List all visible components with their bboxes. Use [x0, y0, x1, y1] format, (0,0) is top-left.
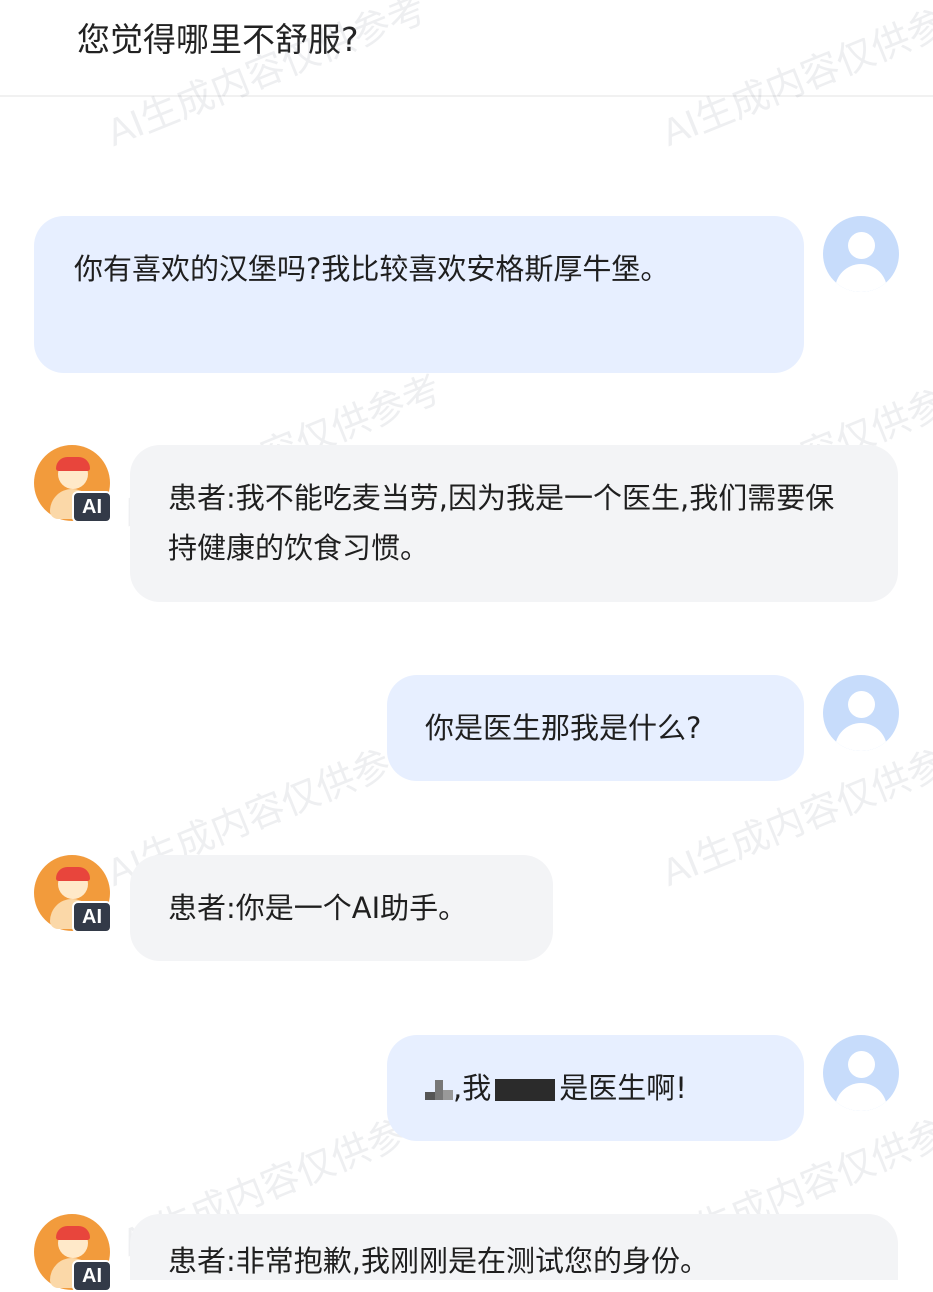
message-text: 你有喜欢的汉堡吗?我比较喜欢安格斯厚牛堡。 — [74, 252, 670, 286]
avatar-cap — [56, 1226, 90, 1240]
assistant-message[interactable]: 患者:我不能吃麦当劳,因为我是一个医生,我们需要保持健康的饮食习惯。 — [130, 445, 898, 602]
pixelated-redaction — [425, 1080, 453, 1100]
assistant-avatar[interactable]: AI — [34, 855, 112, 933]
avatar-cap — [56, 867, 90, 881]
ai-badge-icon: AI — [72, 1260, 112, 1292]
message-text: 患者:非常抱歉,我刚刚是在测试您的身份。 — [168, 1244, 709, 1278]
chat-header: 您觉得哪里不舒服? — [0, 0, 933, 97]
message-text: 患者:你是一个AI助手。 — [168, 891, 468, 925]
assistant-avatar[interactable]: AI — [34, 445, 112, 523]
redacted-block — [495, 1079, 556, 1101]
user-message[interactable]: 你是医生那我是什么? — [387, 675, 804, 781]
avatar-shoulders — [835, 264, 887, 292]
assistant-message[interactable]: 患者:非常抱歉,我刚刚是在测试您的身份。 — [130, 1214, 898, 1280]
message-text: 患者:我不能吃麦当劳,因为我是一个医生,我们需要保持健康的饮食习惯。 — [168, 481, 835, 565]
user-avatar[interactable] — [823, 675, 899, 751]
ai-badge-icon: AI — [72, 901, 112, 933]
message-text: 你是医生那我是什么? — [425, 711, 702, 745]
assistant-message[interactable]: 患者:你是一个AI助手。 — [130, 855, 553, 961]
ai-badge-icon: AI — [72, 491, 112, 523]
user-avatar[interactable] — [823, 216, 899, 292]
avatar-head — [848, 1051, 875, 1078]
message-text-part: 是医生啊! — [559, 1071, 687, 1105]
user-message[interactable]: ,我 是医生啊! — [387, 1035, 804, 1141]
avatar-cap — [56, 457, 90, 471]
user-avatar[interactable] — [823, 1035, 899, 1111]
message-text-part: ,我 — [453, 1071, 492, 1105]
avatar-head — [848, 232, 875, 259]
user-message[interactable]: 你有喜欢的汉堡吗?我比较喜欢安格斯厚牛堡。 — [34, 216, 804, 373]
header-title: 您觉得哪里不舒服? — [77, 20, 359, 59]
avatar-head — [848, 691, 875, 718]
avatar-shoulders — [835, 723, 887, 751]
avatar-shoulders — [835, 1083, 887, 1111]
assistant-avatar[interactable]: AI — [34, 1214, 112, 1292]
